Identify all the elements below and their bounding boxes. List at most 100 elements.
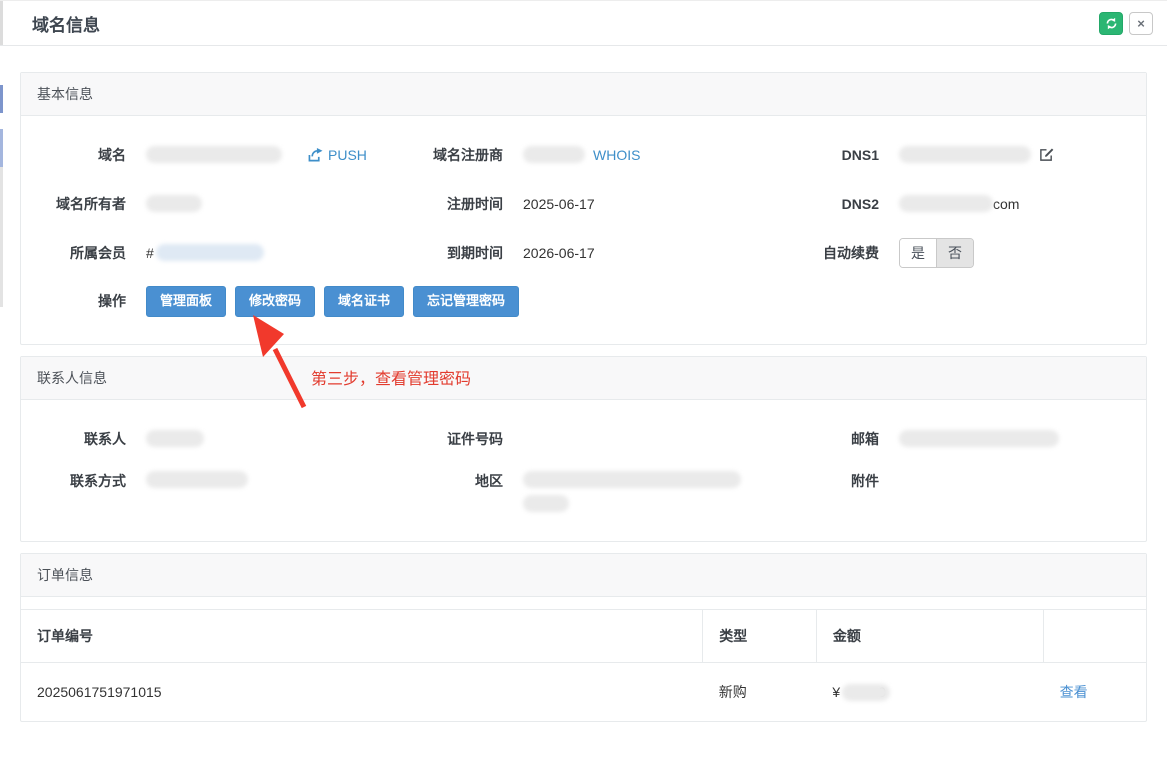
order-type-cell: 新购 [703, 663, 817, 722]
refresh-button[interactable] [1099, 12, 1123, 35]
field-actions: 操作 管理面板 修改密码 域名证书 忘记管理密码 [21, 286, 1146, 316]
basic-row-3: 所属会员 # 到期时间 2026-06-17 自动续费 是 [21, 228, 1146, 277]
email-value-redacted [899, 430, 1059, 447]
header-buttons: × [1099, 12, 1153, 35]
push-link[interactable]: PUSH [308, 147, 367, 163]
basic-info-body: 域名 PUSH [21, 116, 1146, 344]
basic-row-actions: 操作 管理面板 修改密码 域名证书 忘记管理密码 [21, 277, 1146, 326]
field-member: 所属会员 # [21, 243, 433, 263]
auto-renew-toggle: 是 否 [899, 238, 974, 268]
field-dns1: DNS1 [791, 145, 1146, 165]
refresh-icon [1105, 17, 1118, 30]
modal-body: 基本信息 域名 PU [0, 46, 1167, 722]
close-button[interactable]: × [1129, 12, 1153, 35]
owner-label: 域名所有者 [21, 194, 126, 214]
expire-value: 2026-06-17 [523, 245, 595, 261]
registrar-label: 域名注册商 [433, 145, 503, 165]
order-info-panel: 订单信息 订单编号 类型 金额 2025061751971015 新购 [20, 553, 1147, 722]
basic-info-title: 基本信息 [21, 73, 1146, 116]
dns1-label: DNS1 [791, 145, 879, 165]
background-page-edge [0, 1, 4, 766]
action-label: 操作 [21, 291, 126, 311]
domain-info-modal: 域名信息 × 基本信息 域名 [0, 0, 1167, 766]
field-phone: 联系方式 [21, 471, 433, 491]
field-contact: 联系人 [21, 429, 433, 449]
auto-renew-label: 自动续费 [791, 243, 879, 263]
field-attachment: 附件 [791, 471, 1146, 491]
reg-time-label: 注册时间 [433, 194, 503, 214]
owner-value-redacted [146, 195, 202, 212]
push-label: PUSH [328, 147, 367, 163]
attachment-label: 附件 [791, 471, 879, 491]
field-reg-time: 注册时间 2025-06-17 [433, 194, 791, 214]
contact-row-1: 联系人 证件号码 邮箱 [21, 414, 1146, 463]
field-dns2: DNS2 com [791, 194, 1146, 214]
domain-certificate-button[interactable]: 域名证书 [324, 286, 404, 316]
forgot-password-button[interactable]: 忘记管理密码 [413, 286, 519, 316]
registrar-value-redacted [523, 146, 585, 163]
domain-label: 域名 [21, 145, 126, 165]
contact-label: 联系人 [21, 429, 126, 449]
contact-info-body: 联系人 证件号码 邮箱 联系方式 [21, 400, 1146, 541]
id-label: 证件号码 [433, 429, 503, 449]
manage-panel-button[interactable]: 管理面板 [146, 286, 226, 316]
edge-segment [0, 129, 3, 167]
member-label: 所属会员 [21, 243, 126, 263]
amount-currency: ¥ [832, 684, 840, 700]
field-id-number: 证件号码 [433, 429, 791, 449]
change-password-button[interactable]: 修改密码 [235, 286, 315, 316]
order-no-header: 订单编号 [21, 610, 703, 663]
modal-header: 域名信息 × [0, 1, 1167, 46]
amount-header: 金额 [816, 610, 1043, 663]
domain-value-redacted [146, 146, 282, 163]
expire-label: 到期时间 [433, 243, 503, 263]
type-header: 类型 [703, 610, 817, 663]
contact-row-2: 联系方式 地区 附件 [21, 463, 1146, 523]
dns2-label: DNS2 [791, 194, 879, 214]
order-no-cell: 2025061751971015 [21, 663, 703, 722]
order-info-title: 订单信息 [21, 554, 1146, 597]
region-value-redacted [523, 471, 741, 488]
contact-info-title: 联系人信息 [21, 357, 1146, 400]
order-table-row: 2025061751971015 新购 ¥ 0 查看 [21, 663, 1146, 722]
email-label: 邮箱 [791, 429, 879, 449]
order-table: 订单编号 类型 金额 2025061751971015 新购 ¥ [21, 610, 1146, 721]
field-registrar: 域名注册商 WHOIS [433, 145, 791, 165]
close-icon: × [1137, 17, 1145, 30]
phone-value-redacted [146, 471, 248, 488]
whois-link[interactable]: WHOIS [593, 147, 640, 163]
order-amount-cell: ¥ 0 [816, 663, 1043, 722]
basic-row-2: 域名所有者 注册时间 2025-06-17 DNS2 com [21, 179, 1146, 228]
field-domain: 域名 PUSH [21, 145, 433, 165]
contact-info-panel: 联系人信息 联系人 证件号码 邮箱 [20, 356, 1147, 542]
field-owner: 域名所有者 [21, 194, 433, 214]
field-region: 地区 [433, 471, 791, 512]
field-auto-renew: 自动续费 是 否 [791, 238, 1146, 268]
basic-row-1: 域名 PUSH [21, 130, 1146, 179]
dns1-value-redacted [899, 146, 1031, 163]
basic-info-panel: 基本信息 域名 PU [20, 72, 1147, 345]
member-value-redacted [156, 244, 264, 261]
annotation-text: 第三步，查看管理密码 [311, 365, 471, 389]
auto-renew-yes[interactable]: 是 [900, 239, 936, 267]
dns2-value-redacted [899, 195, 993, 212]
dns2-suffix: com [993, 196, 1019, 212]
view-order-link[interactable]: 查看 [1060, 682, 1088, 702]
table-gap [21, 597, 1146, 610]
dns1-edit-button[interactable] [1039, 147, 1054, 162]
reg-time-value: 2025-06-17 [523, 196, 595, 212]
field-email: 邮箱 [791, 429, 1146, 449]
region-value-redacted-line2 [523, 495, 569, 512]
modal-title: 域名信息 [32, 11, 100, 36]
phone-label: 联系方式 [21, 471, 126, 491]
order-action-cell: 查看 [1044, 663, 1146, 722]
edge-segment [0, 167, 3, 307]
contact-value-redacted [146, 430, 204, 447]
edge-segment [0, 85, 3, 113]
region-label: 地区 [433, 471, 503, 491]
auto-renew-no[interactable]: 否 [936, 239, 973, 267]
field-expire-time: 到期时间 2026-06-17 [433, 243, 791, 263]
order-table-header-row: 订单编号 类型 金额 [21, 610, 1146, 663]
push-icon [308, 148, 323, 162]
member-prefix: # [146, 245, 154, 261]
